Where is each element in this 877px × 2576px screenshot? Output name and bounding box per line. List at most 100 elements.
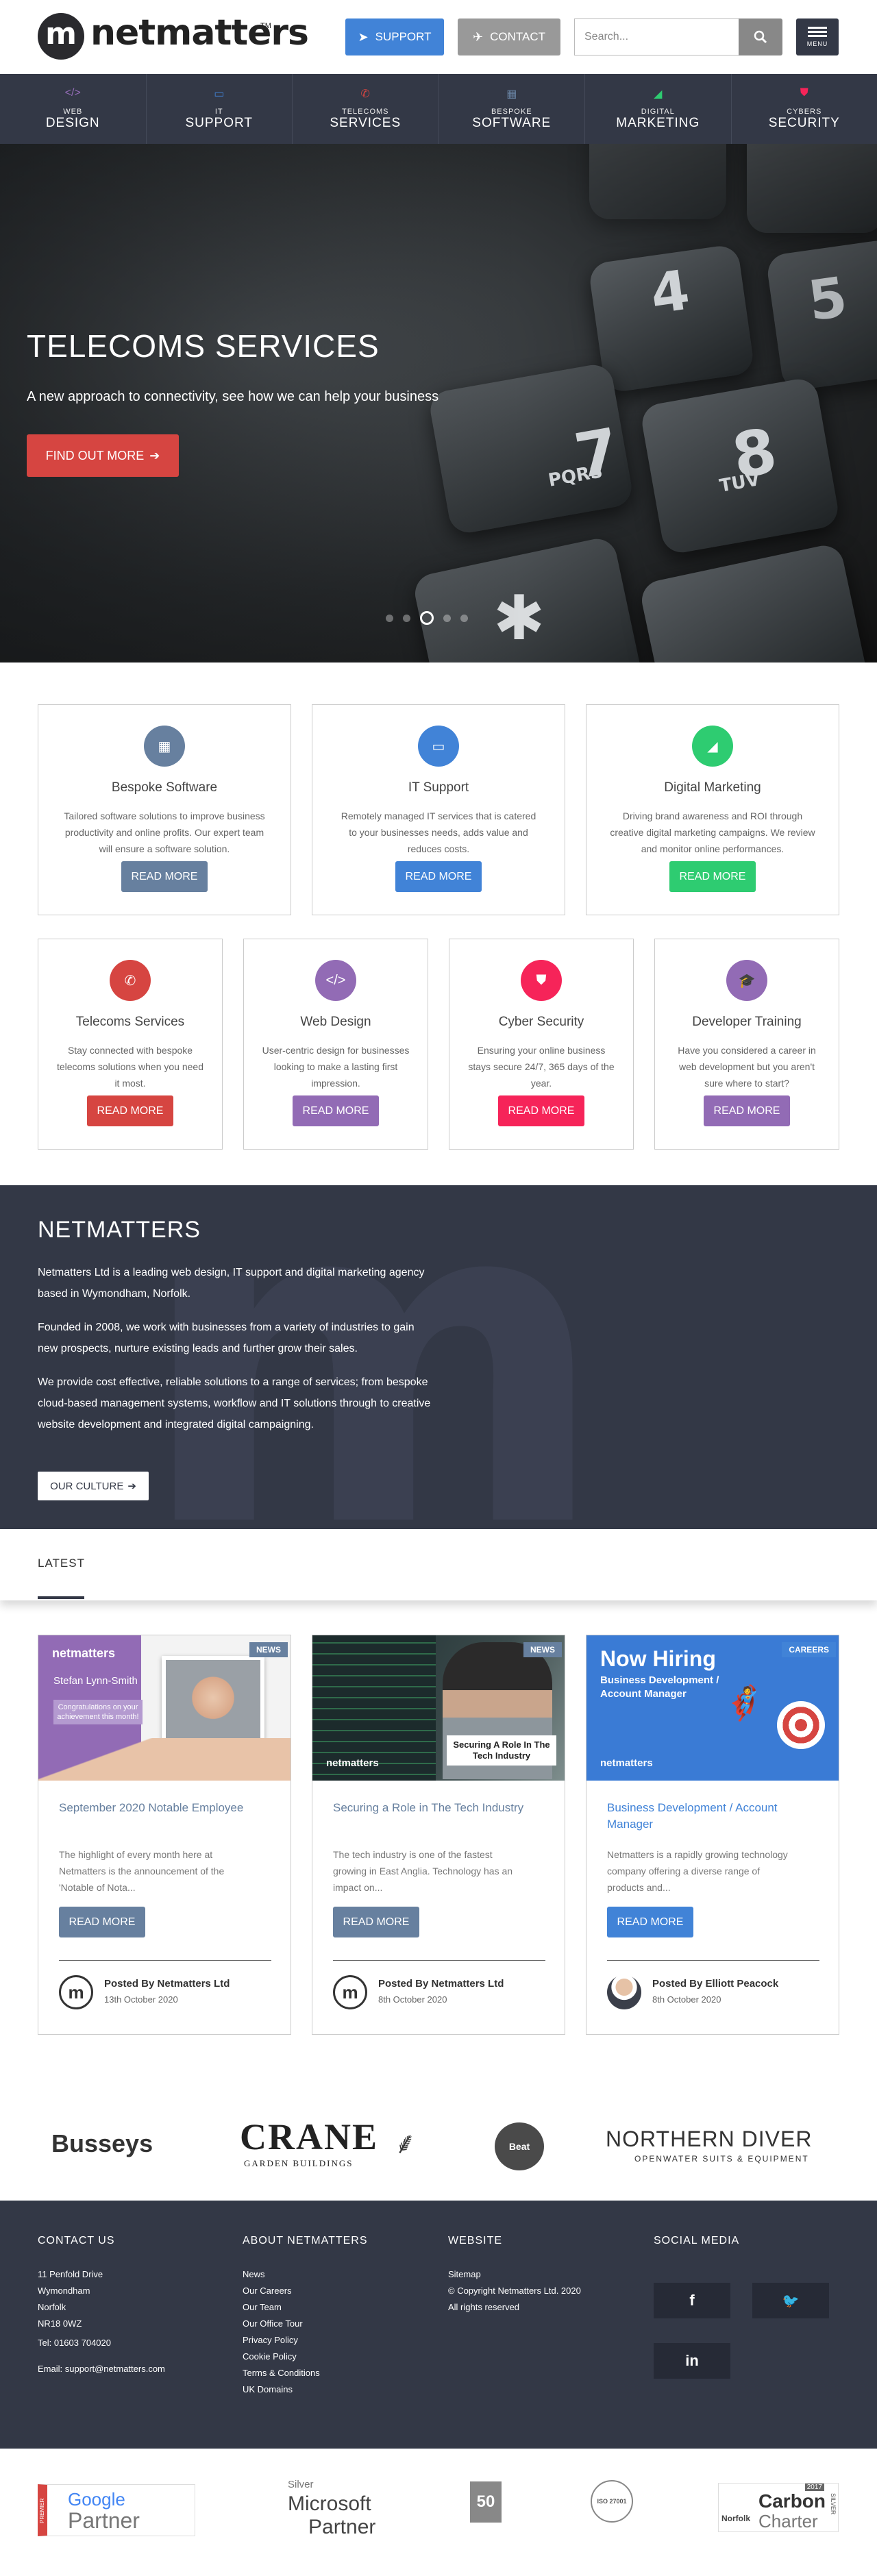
signal-icon: ◢ [692, 726, 733, 767]
news-image[interactable]: netmatters Stefan Lynn-Smith Congratulatio… [38, 1635, 291, 1781]
service-description: Stay connected with bespoke telecoms sol… [56, 1045, 204, 1089]
nav-item-security[interactable]: ⛊ CYBERS SECURITY [732, 74, 877, 144]
contact-button[interactable]: ✈ CONTACT [458, 18, 560, 55]
logo-text[interactable]: netmatters [90, 12, 309, 53]
google-partner-badge[interactable]: PREMIER Google Partner [38, 2484, 195, 2536]
footer-link[interactable]: News [243, 2266, 320, 2283]
signal-icon: ◢ [654, 88, 663, 100]
news-title[interactable]: September 2020 Notable Employee [59, 1800, 271, 1816]
read-more-button[interactable]: READ MORE [498, 1095, 584, 1126]
client-logo-crane[interactable]: CRANE [240, 2116, 378, 2158]
nav-item-services[interactable]: ✆ TELECOMS SERVICES [293, 74, 439, 144]
search-input[interactable]: Search... [574, 18, 739, 55]
slider-dot[interactable] [460, 614, 468, 622]
phone-icon: ✆ [360, 88, 370, 100]
nav-item-label: SERVICES [330, 116, 402, 130]
footer-link[interactable]: Our Office Tour [243, 2316, 320, 2332]
premier-label: PREMIER [39, 2498, 45, 2524]
read-more-button[interactable]: READ MORE [395, 861, 482, 892]
footer-link[interactable]: All rights reserved [448, 2299, 581, 2316]
iso-badge[interactable]: ISO 27001 [591, 2480, 633, 2523]
news-author: Posted By Netmatters Ltd [378, 1978, 504, 1990]
slider-dot[interactable] [420, 611, 434, 625]
our-culture-button[interactable]: OUR CULTURE ➔ [38, 1472, 149, 1500]
ms-silver-label: Silver [288, 2479, 314, 2490]
linkedin-button[interactable]: in [654, 2343, 730, 2379]
footer-link[interactable]: UK Domains [243, 2381, 320, 2398]
shield-icon: ⛊ [800, 87, 808, 99]
footer-link[interactable]: Our Careers [243, 2283, 320, 2299]
nav-item-marketing[interactable]: ◢ DIGITAL MARKETING [585, 74, 732, 144]
clients-strip: Busseys CRANE GARDEN BUILDINGS ⸙ Beat NO… [0, 2087, 877, 2201]
news-excerpt: The highlight of every month here at Net… [59, 1849, 225, 1893]
news-title[interactable]: Business Development / Account Manager [607, 1800, 819, 1833]
read-more-button[interactable]: READ MORE [121, 861, 208, 892]
divider [607, 1960, 819, 1961]
nav-item-label: DESIGN [45, 116, 100, 130]
carbon-charter-badge[interactable]: 2017 Norfolk Carbon Charter SILVER [718, 2483, 839, 2532]
find-out-more-button[interactable]: FIND OUT MORE ➔ [27, 434, 179, 477]
service-card: ▦ Bespoke Software Tailored software solut… [38, 704, 291, 915]
client-logo-northern-diver[interactable]: NORTHERN DIVER [606, 2127, 812, 2152]
news-image[interactable]: netmatters Securing A Role In The Tech In… [312, 1635, 565, 1781]
support-button[interactable]: ➤ SUPPORT [345, 18, 444, 55]
client-logo-beat[interactable]: Beat [495, 2122, 544, 2170]
news-date: 8th October 2020 [652, 1994, 721, 2005]
read-more-button[interactable]: READ MORE [333, 1907, 419, 1937]
facebook-icon: f [689, 2292, 695, 2309]
nav-item-label: SECURITY [768, 116, 840, 130]
footer-address-line: Norfolk [38, 2302, 66, 2312]
slider-dot[interactable] [443, 614, 451, 622]
code-icon: </> [64, 87, 81, 99]
footer-social-heading: SOCIAL MEDIA [654, 2235, 740, 2246]
client-logo-busseys[interactable]: Busseys [51, 2129, 153, 2158]
client-logo-northern-diver-sub: OPENWATER SUITS & EQUIPMENT [634, 2154, 809, 2164]
news-excerpt: The tech industry is one of the fastest … [333, 1849, 513, 1893]
logo-trademark: TM [260, 22, 271, 30]
service-card: ▭ IT Support Remotely managed IT services … [312, 704, 565, 915]
menu-button[interactable]: MENU [796, 18, 839, 55]
heron-icon: ⸙ [394, 2127, 417, 2160]
shield-icon: ⛊ [521, 960, 562, 1001]
read-more-button[interactable]: READ MORE [704, 1095, 790, 1126]
hand-shape [38, 1738, 291, 1781]
divider [333, 1960, 545, 1961]
footer-link[interactable]: Our Team [243, 2299, 320, 2316]
nav-item-software[interactable]: ▦ BESPOKE SOFTWARE [439, 74, 585, 144]
monitor-icon: ▭ [418, 726, 459, 767]
service-card: ⛊ Cyber Security Ensuring your online busi… [449, 939, 634, 1150]
cursor-icon: ➤ [358, 29, 369, 44]
nav-item-small-label: CYBERS [787, 108, 822, 116]
footer-link[interactable]: © Copyright Netmatters Ltd. 2020 [448, 2283, 581, 2299]
carbon-side: SILVER [830, 2493, 837, 2515]
twitter-button[interactable]: 🐦 [752, 2283, 829, 2318]
slider-dot[interactable] [403, 614, 410, 622]
read-more-button[interactable]: READ MORE [87, 1095, 173, 1126]
latest-tab[interactable]: LATEST [38, 1557, 85, 1570]
logo-mark[interactable]: m [38, 13, 84, 60]
search-button[interactable] [739, 18, 782, 55]
footer-link[interactable]: Privacy Policy [243, 2332, 320, 2349]
footer-link[interactable]: Sitemap [448, 2266, 581, 2283]
footer-link[interactable]: Cookie Policy [243, 2349, 320, 2365]
service-card: </> Web Design User-centric design for bus… [243, 939, 428, 1150]
read-more-button[interactable]: READ MORE [59, 1907, 145, 1937]
news-card: Now Hiring Business Development / Account… [586, 1635, 839, 2035]
read-more-button[interactable]: READ MORE [293, 1095, 379, 1126]
read-more-button[interactable]: READ MORE [607, 1907, 693, 1937]
top-50-badge[interactable]: 50 [470, 2481, 502, 2523]
news-tag: CAREERS [782, 1642, 836, 1657]
news-image[interactable]: Now Hiring Business Development / Account… [586, 1635, 839, 1781]
ms-name-label[interactable]: Microsoft [288, 2492, 371, 2516]
nav-item-design[interactable]: </> WEB DESIGN [0, 74, 147, 144]
footer-website-links: Sitemap © Copyright Netmatters Ltd. 2020 A… [448, 2266, 581, 2316]
footer-email[interactable]: Email: support@netmatters.com [38, 2361, 165, 2377]
slider-dot[interactable] [386, 614, 393, 622]
facebook-button[interactable]: f [654, 2283, 730, 2318]
nav-item-support[interactable]: ▭ IT SUPPORT [147, 74, 293, 144]
news-title[interactable]: Securing a Role in The Tech Industry [333, 1800, 545, 1816]
main-nav: </> WEB DESIGN ▭ IT SUPPORT ✆ TELECOMS SERVICES ▦… [0, 74, 877, 144]
footer-link[interactable]: Terms & Conditions [243, 2365, 320, 2381]
footer-tel[interactable]: Tel: 01603 704020 [38, 2335, 111, 2351]
read-more-button[interactable]: READ MORE [669, 861, 756, 892]
